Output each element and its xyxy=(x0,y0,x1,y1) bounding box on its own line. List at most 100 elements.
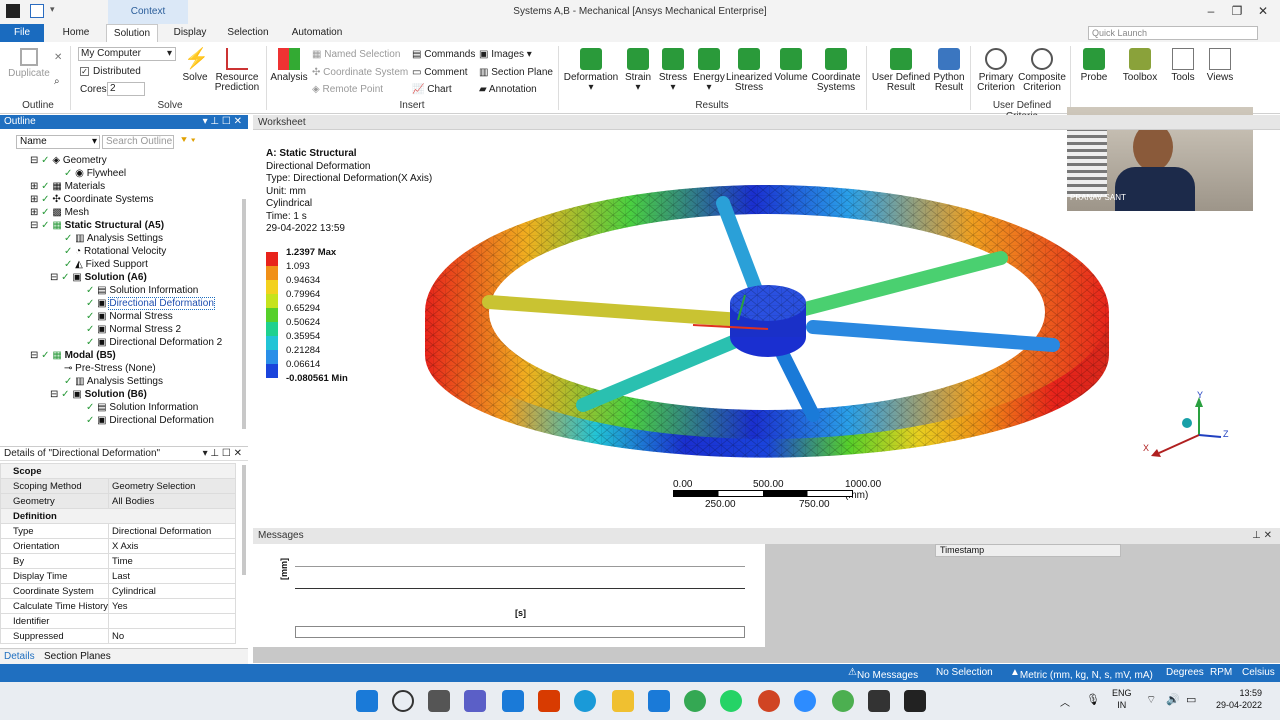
details-row[interactable]: Geometry All Bodies xyxy=(0,493,236,509)
tree-geometry[interactable]: ⊟ ✓ ◈ Geometry xyxy=(30,154,107,167)
details-row[interactable]: By Time xyxy=(0,553,236,569)
file-explorer-icon[interactable] xyxy=(612,690,634,712)
tree-solution-a6[interactable]: ⊟ ✓ ▣ Solution (A6) xyxy=(50,271,147,284)
outline-name-filter[interactable]: Name ▾ xyxy=(16,135,100,149)
cores-input[interactable]: 2 xyxy=(107,82,145,96)
zoom-icon[interactable] xyxy=(794,690,816,712)
tree-modal-b5[interactable]: ⊟ ✓ ▦ Modal (B5) xyxy=(30,349,116,362)
workbench-icon[interactable] xyxy=(868,690,890,712)
panel-controls-icon[interactable]: ▾ ⊥ ☐ ✕ xyxy=(203,115,242,129)
tree-fixed-support[interactable]: ✓ ◭ Fixed Support xyxy=(64,258,148,271)
python-result-button[interactable]: Python Result xyxy=(932,48,966,93)
comment-button[interactable]: ▭ Comment xyxy=(412,67,468,78)
quick-launch-input[interactable]: Quick Launch xyxy=(1088,26,1258,40)
temperature-unit-status[interactable]: Celsius xyxy=(1242,667,1275,678)
tree-analysis-settings[interactable]: ✓ ▥ Analysis Settings xyxy=(64,232,163,245)
details-value[interactable]: Cylindrical xyxy=(108,583,236,599)
tools-button[interactable]: Tools xyxy=(1166,48,1200,83)
views-button[interactable]: Views xyxy=(1202,48,1238,83)
mechanical-icon[interactable] xyxy=(904,690,926,712)
office-icon[interactable] xyxy=(538,690,560,712)
teams-icon[interactable] xyxy=(464,690,486,712)
tab-file[interactable]: File xyxy=(0,24,44,42)
task-view-icon[interactable] xyxy=(428,690,450,712)
restore-button[interactable]: ❐ xyxy=(1228,4,1246,20)
tree-coordinate-systems[interactable]: ⊞ ✓ ✣ Coordinate Systems xyxy=(30,193,154,206)
details-row[interactable]: Display Time Last xyxy=(0,568,236,584)
details-value[interactable] xyxy=(108,613,236,629)
minimize-button[interactable]: – xyxy=(1202,4,1220,20)
volume-button[interactable]: Volume xyxy=(774,48,808,83)
coordinate-system-button[interactable]: ✣ Coordinate System xyxy=(312,67,408,78)
probe-button[interactable]: Probe xyxy=(1076,48,1112,83)
tree-directional-deformation-2[interactable]: ✓ ▣ Directional Deformation 2 xyxy=(86,336,222,349)
tree-solution-information[interactable]: ✓ ▤ Solution Information xyxy=(86,284,198,297)
primary-criterion-button[interactable]: Primary Criterion xyxy=(974,48,1018,93)
tree-mesh[interactable]: ⊞ ✓ ▩ Mesh xyxy=(30,206,89,219)
details-row[interactable]: Calculate Time History Yes xyxy=(0,598,236,614)
tree-modal-analysis-settings[interactable]: ✓ ▥ Analysis Settings xyxy=(64,375,163,388)
details-row[interactable]: Type Directional Deformation xyxy=(0,523,236,539)
stress-button[interactable]: Stress ▾ xyxy=(656,48,690,93)
annotation-button[interactable]: ▰ Annotation xyxy=(479,84,537,95)
filter-icon[interactable]: ⯆ ▾ xyxy=(180,135,196,146)
commands-button[interactable]: ▤ Commands xyxy=(412,49,475,60)
tree-static-structural[interactable]: ⊟ ✓ ▦ Static Structural (A5) xyxy=(30,219,164,232)
composite-criterion-button[interactable]: Composite Criterion xyxy=(1018,48,1066,93)
details-value[interactable]: Yes xyxy=(108,598,236,614)
tree-flywheel[interactable]: ✓ ◉ Flywheel xyxy=(64,167,126,180)
close-button[interactable]: ✕ xyxy=(1254,4,1272,20)
deformation-button[interactable]: Deformation ▾ xyxy=(562,48,620,93)
chart-button[interactable]: 📈 Chart xyxy=(412,84,452,95)
tree-rotational-velocity[interactable]: ✓ ◔ Rotational Velocity xyxy=(64,245,166,258)
distributed-checkbox[interactable]: ✓ Distributed xyxy=(80,66,141,77)
clock[interactable]: 13:59 29-04-2022 xyxy=(1208,687,1262,711)
microphone-icon[interactable]: 🎙 xyxy=(1086,693,1100,706)
outline-scrollbar[interactable] xyxy=(242,199,246,429)
solve-button[interactable]: ⚡ Solve xyxy=(180,48,210,83)
details-row[interactable]: Suppressed No xyxy=(0,628,236,644)
units-status[interactable]: ▲ Metric (mm, kg, N, s, mV, mA) xyxy=(1010,667,1153,681)
angle-unit-status[interactable]: Degrees xyxy=(1166,667,1204,678)
mail-icon[interactable] xyxy=(648,690,670,712)
wifi-icon[interactable]: ⌔ xyxy=(1146,693,1156,707)
search-icon[interactable] xyxy=(392,690,414,712)
tab-details[interactable]: Details xyxy=(4,651,35,662)
messages-status[interactable]: ⚠ No Messages xyxy=(848,667,918,681)
details-section-row[interactable]: Definition xyxy=(0,508,236,524)
details-value[interactable]: Last xyxy=(108,568,236,584)
resource-prediction-button[interactable]: Resource Prediction xyxy=(212,48,262,93)
images-button[interactable]: ▣ Images ▾ xyxy=(479,49,532,60)
worksheet-tab[interactable]: Worksheet xyxy=(253,115,1280,130)
language-indicator[interactable]: ENG IN xyxy=(1112,687,1132,711)
coordinate-systems-button[interactable]: Coordinate Systems xyxy=(810,48,862,93)
tab-automation[interactable]: Automation xyxy=(284,24,350,42)
tree-materials[interactable]: ⊞ ✓ ▦ Materials xyxy=(30,180,105,193)
tree-pre-stress[interactable]: ⊸ Pre-Stress (None) xyxy=(64,362,156,375)
section-plane-button[interactable]: ▥ Section Plane xyxy=(479,67,553,78)
details-scrollbar[interactable] xyxy=(242,465,246,575)
toolbox-button[interactable]: Toolbox xyxy=(1120,48,1160,83)
start-icon[interactable] xyxy=(356,690,378,712)
dropbox-icon[interactable] xyxy=(502,690,524,712)
remote-point-button[interactable]: ◈ Remote Point xyxy=(312,84,383,95)
tree-modal-solution-information[interactable]: ✓ ▤ Solution Information xyxy=(86,401,198,414)
named-selection-button[interactable]: ▦ Named Selection xyxy=(312,49,400,60)
time-slider[interactable] xyxy=(295,626,745,638)
timestamp-column-header[interactable]: Timestamp xyxy=(935,544,1121,557)
whatsapp-icon[interactable] xyxy=(720,690,742,712)
battery-icon[interactable]: ▭ xyxy=(1186,693,1196,706)
details-row[interactable]: Coordinate System Cylindrical xyxy=(0,583,236,599)
tree-normal-stress[interactable]: ✓ ▣ Normal Stress xyxy=(86,310,173,323)
tree-normal-stress-2[interactable]: ✓ ▣ Normal Stress 2 xyxy=(86,323,181,336)
details-section-row[interactable]: Scope xyxy=(0,463,236,479)
details-value[interactable]: Geometry Selection xyxy=(108,478,236,494)
panel-controls-icon[interactable]: ⊥ ✕ xyxy=(1252,528,1272,544)
outline-search-input[interactable]: Search Outline xyxy=(102,135,174,149)
tab-selection[interactable]: Selection xyxy=(222,24,274,42)
volume-icon[interactable]: 🔊 xyxy=(1166,693,1180,706)
energy-button[interactable]: Energy ▾ xyxy=(692,48,726,93)
details-row[interactable]: Orientation X Axis xyxy=(0,538,236,554)
duplicate-button[interactable]: Duplicate xyxy=(6,48,52,79)
chrome-icon[interactable] xyxy=(684,690,706,712)
